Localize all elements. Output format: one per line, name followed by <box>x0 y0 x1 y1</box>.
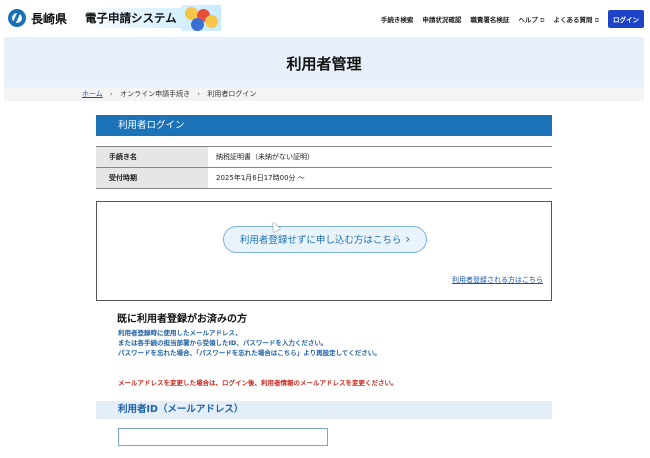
procedure-info-table: 手続き名 納税証明書（未納がない証明） 受付時期 2025年1月6日17時00分… <box>96 146 552 189</box>
nav-help[interactable]: ヘルプ ⧉ <box>518 14 544 25</box>
table-row: 手続き名 納税証明書（未納がない証明） <box>96 147 552 168</box>
nav-faq[interactable]: よくある質問 ⧉ <box>553 14 599 25</box>
title-band: 利用者管理 <box>4 37 644 87</box>
nav-faq-label: よくある質問 <box>553 15 593 24</box>
chevron-right-icon: › <box>405 232 411 246</box>
mascot-icon <box>180 5 221 31</box>
breadcrumb: ホーム › オンライン申請手続き › 利用者ログイン <box>4 87 644 101</box>
external-link-icon: ⧉ <box>594 16 599 24</box>
breadcrumb-separator: › <box>197 90 201 98</box>
apply-without-registration-label: 利用者登録せずに申し込む方はこちら <box>239 235 402 246</box>
breadcrumb-separator: › <box>110 90 113 98</box>
nav-status-check[interactable]: 申請状況確認 <box>422 14 461 24</box>
registered-users-title: 既に利用者登録がお済みの方 <box>117 314 247 325</box>
nav-procedure-search[interactable]: 手続き検索 <box>381 14 414 24</box>
nav-help-label: ヘルプ <box>518 15 538 24</box>
procedure-name-label: 手続き名 <box>96 147 208 167</box>
description-line: パスワードを忘れた場合、「パスワードを忘れた場合はこちら」より再設定してください… <box>118 349 381 357</box>
table-row: 受付時期 2025年1月6日17時00分 〜 <box>96 168 552 189</box>
breadcrumb-current: 利用者ログイン <box>207 90 257 98</box>
pref-name: 長崎県 <box>31 11 68 26</box>
page-title: 利用者管理 <box>286 55 362 73</box>
site-header: 長崎県 電子申請システム 手続き検索 申請状況確認 職責署名検証 ヘルプ ⧉ よ… <box>0 0 650 36</box>
nagasaki-logo-icon <box>8 9 26 27</box>
register-user-link[interactable]: 利用者登録される方はこちら <box>452 275 543 285</box>
nav-signature-verify[interactable]: 職責署名検証 <box>470 14 509 24</box>
system-name: 電子申請システム <box>81 8 181 28</box>
apply-without-registration-button[interactable]: 利用者登録せずに申し込む方はこちら › <box>223 226 427 253</box>
email-change-warning: メールアドレスを変更した場合は、ログイン後、利用者情報のメールアドレスを変更くだ… <box>118 379 398 387</box>
external-link-icon: ⧉ <box>540 16 545 24</box>
description-line: 利用者登録時に使用したメールアドレス， <box>118 329 242 337</box>
site-logo[interactable]: 長崎県 電子申請システム <box>8 5 221 31</box>
user-id-label: 利用者ID（メールアドレス） <box>96 401 552 419</box>
guest-application-box: 利用者登録せずに申し込む方はこちら › 利用者登録される方はこちら <box>96 201 552 301</box>
top-nav: 手続き検索 申請状況確認 職責署名検証 ヘルプ ⧉ よくある質問 ⧉ ログイン <box>381 10 644 28</box>
breadcrumb-level1: オンライン申請手続き <box>120 90 191 98</box>
reception-period-label: 受付時期 <box>96 168 208 188</box>
reception-period-value: 2025年1月6日17時00分 〜 <box>216 174 305 182</box>
description-line: または各手続の担当部署から受領したID、パスワードを入力ください。 <box>118 339 328 347</box>
breadcrumb-home[interactable]: ホーム <box>82 90 103 98</box>
login-section-header: 利用者ログイン <box>96 115 552 136</box>
login-button[interactable]: ログイン <box>608 10 644 28</box>
procedure-name-value: 納税証明書（未納がない証明） <box>216 153 314 161</box>
registered-users-description: 利用者登録時に使用したメールアドレス， または各手続の担当部署から受領したID、… <box>118 328 381 358</box>
user-id-input[interactable] <box>118 428 328 446</box>
